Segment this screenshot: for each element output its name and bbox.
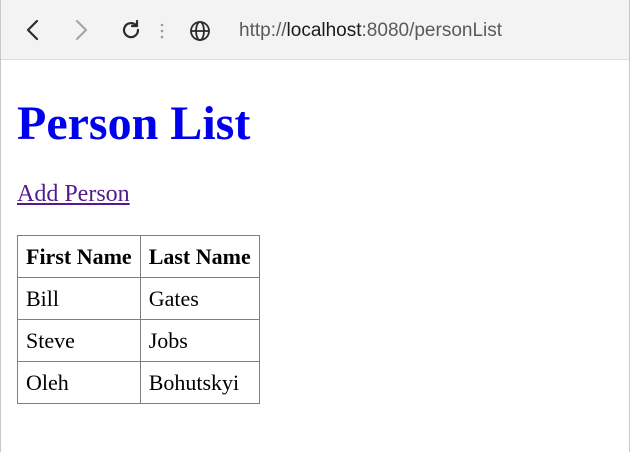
browser-toolbar: http://localhost:8080/personList [1, 0, 629, 60]
forward-button[interactable] [65, 14, 97, 46]
reload-button[interactable] [115, 14, 147, 46]
last-name-cell: Bohutskyi [139, 361, 260, 404]
table-row: Steve Jobs [17, 319, 260, 362]
first-name-cell: Steve [17, 319, 141, 362]
url-host: localhost [286, 20, 362, 41]
first-name-cell: Bill [17, 277, 141, 320]
reload-icon [122, 19, 140, 39]
separator-dots-icon [160, 23, 164, 39]
table-row: Oleh Bohutskyi [17, 361, 260, 404]
url-path: :8080/personList [361, 20, 503, 41]
last-name-cell: Jobs [139, 319, 260, 362]
column-header-first-name: First Name [17, 235, 141, 278]
address-bar[interactable]: http://localhost:8080/personList [239, 18, 502, 44]
person-table: First Name Last Name Bill Gates Steve Jo… [17, 235, 260, 404]
back-button[interactable] [17, 14, 49, 46]
table-header-row: First Name Last Name [17, 235, 260, 278]
first-name-cell: Oleh [17, 361, 141, 404]
chevron-right-icon [75, 19, 88, 41]
table-row: Bill Gates [17, 277, 260, 320]
last-name-cell: Gates [139, 277, 260, 320]
page-title: Person List [17, 97, 251, 150]
chevron-left-icon [26, 19, 39, 41]
globe-icon[interactable] [189, 20, 211, 42]
column-header-last-name: Last Name [139, 235, 260, 278]
add-person-link[interactable]: Add Person [17, 180, 130, 208]
url-prefix: http:// [239, 20, 287, 41]
